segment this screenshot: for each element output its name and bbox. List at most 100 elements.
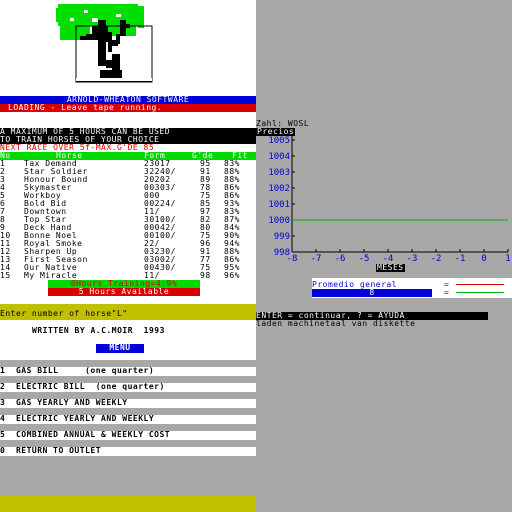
x-tick-label: 1 [505, 254, 510, 264]
menu-item[interactable]: 3 GAS YEARLY AND WEEKLY [0, 399, 256, 408]
horse-fit: 94% [224, 240, 240, 248]
horse-form: 32240/ [144, 168, 176, 176]
horse-fit: 83% [224, 208, 240, 216]
horse-row: 8 Top Star 30100/82 87% [0, 216, 256, 224]
horse-name: First Season [24, 256, 88, 264]
horse-form: 23017 [144, 160, 171, 168]
horse-form: 30100/ [144, 216, 176, 224]
continue-prompt[interactable]: ENTER = continuar, ? = AYUDA [256, 312, 488, 320]
hours-training: 0Hours Training=4:9% [48, 280, 200, 288]
horse-no: 8 [0, 216, 6, 224]
col-form: Form [144, 152, 166, 160]
y-tick-label: 1001 [268, 200, 290, 210]
horse-no: 15 [0, 272, 11, 280]
legend-label: Promedio general [312, 281, 398, 289]
horse-name: Tax Demand [24, 160, 78, 168]
menu-item[interactable]: 4 ELECTRIC YEARLY AND WEEKLY [0, 415, 256, 424]
horse-no: 9 [0, 224, 6, 232]
horse-name: Sharpen Up [24, 248, 78, 256]
menu-item[interactable]: 1 GAS BILL (one quarter) [0, 367, 256, 376]
horse-no: 3 [0, 176, 6, 184]
menu-item[interactable]: 0 RETURN TO OUTLET [0, 447, 256, 456]
x-tick-label: -2 [431, 254, 442, 264]
horse-row: 5 Workboy 000 75 86% [0, 192, 256, 200]
horse-grade: 75 [200, 232, 211, 240]
horse-fit: 88% [224, 248, 240, 256]
menu-item[interactable]: 5 COMBINED ANNUAL & WEEKLY COST [0, 431, 256, 440]
menu-item[interactable]: 2 ELECTRIC BILL (one quarter) [0, 383, 256, 392]
tree-logo [56, 4, 153, 83]
horse-form: 20202 [144, 176, 171, 184]
y-tick-label: 1000 [268, 216, 290, 226]
legend-line-red [456, 284, 504, 285]
y-tick-label: 1005 [268, 136, 290, 146]
horse-grade: 82 [200, 216, 211, 224]
col-horse: Horse [56, 152, 83, 160]
horse-no: 14 [0, 264, 11, 272]
horse-form: 000 [144, 192, 160, 200]
horse-row: 4 Skymaster 00303/78 86% [0, 184, 256, 192]
x-tick-label: -3 [407, 254, 418, 264]
horse-fit: 84% [224, 224, 240, 232]
horse-fit: 87% [224, 216, 240, 224]
horse-fit: 95% [224, 264, 240, 272]
horse-row: 14 Our Native 00430/75 95% [0, 264, 256, 272]
loading-status: LOADING - Leave tape running. [0, 104, 256, 112]
notice-line-1: A MAXIMUM OF 5 HOURS CAN BE USED [0, 128, 256, 136]
horse-no: 4 [0, 184, 6, 192]
x-tick-label: -4 [383, 254, 394, 264]
horse-row: 9 Deck Hand 00042/80 84% [0, 224, 256, 232]
publisher-title: ARNOLD-WHEATON SOFTWARE [0, 96, 256, 104]
horse-form: 03230/ [144, 248, 176, 256]
horse-no: 5 [0, 192, 6, 200]
horse-grade: 95 [200, 160, 211, 168]
notice-line-2: TO TRAIN HORSES OF YOUR CHOICE [0, 136, 256, 144]
horse-grade: 77 [200, 256, 211, 264]
horse-fit: 86% [224, 256, 240, 264]
loading-message: laden machinetaal van diskette [256, 320, 416, 328]
y-tick-label: 1003 [268, 168, 290, 178]
left-panel: ARNOLD-WHEATON SOFTWARE LOADING - Leave … [0, 0, 256, 512]
menu-title: MENU [96, 344, 144, 353]
horse-no: 7 [0, 208, 6, 216]
horse-name: My Miracle [24, 272, 78, 280]
horse-name: Workboy [24, 192, 62, 200]
bottom-bar [0, 496, 256, 512]
horse-form: 11/ [144, 208, 160, 216]
x-axis-label: MESES [376, 264, 405, 272]
author-credit: WRITTEN BY A.C.MOIR 1993 [32, 327, 165, 335]
horse-form: 00430/ [144, 264, 176, 272]
horse-form: 00303/ [144, 184, 176, 192]
horse-form: 03002/ [144, 256, 176, 264]
horse-name: Downtown [24, 208, 67, 216]
horse-row: 11 Royal Smoke 22/96 94% [0, 240, 256, 248]
horse-grade: 78 [200, 184, 211, 192]
horse-name: Bonne Noel [24, 232, 78, 240]
col-fit: Fit [232, 152, 248, 160]
x-tick-label: -6 [335, 254, 346, 264]
horse-name: Our Native [24, 264, 78, 272]
horse-no: 6 [0, 200, 6, 208]
horse-no: 1 [0, 160, 6, 168]
horse-form: 22/ [144, 240, 160, 248]
horse-fit: 93% [224, 200, 240, 208]
menu-background [0, 360, 256, 496]
horse-fit: 86% [224, 192, 240, 200]
horse-form: 00224/ [144, 200, 176, 208]
x-tick-label: -5 [359, 254, 370, 264]
horse-row: 3 Honour Bound 20202 89 88% [0, 176, 256, 184]
horse-fit: 88% [224, 176, 240, 184]
x-tick-label: -7 [311, 254, 322, 264]
x-tick-label: 0 [481, 254, 486, 264]
horse-table-header: No Horse Form G'de Fit [0, 152, 256, 160]
y-tick-label: 999 [274, 232, 290, 242]
horse-no: 13 [0, 256, 11, 264]
horse-number-prompt[interactable]: Enter number of horse"L" [0, 310, 128, 318]
horse-row: 10 Bonne Noel 00100/75 90% [0, 232, 256, 240]
horse-name: Star Soldier [24, 168, 88, 176]
horse-name: Skymaster [24, 184, 72, 192]
next-race-info: NEXT RACE OVER 5f-MAX.G'DE 85 [0, 144, 256, 152]
horse-row: 12 Sharpen Up 03230/91 88% [0, 248, 256, 256]
horse-name: Deck Hand [24, 224, 72, 232]
horse-row: 1 Tax Demand 23017 95 83% [0, 160, 256, 168]
